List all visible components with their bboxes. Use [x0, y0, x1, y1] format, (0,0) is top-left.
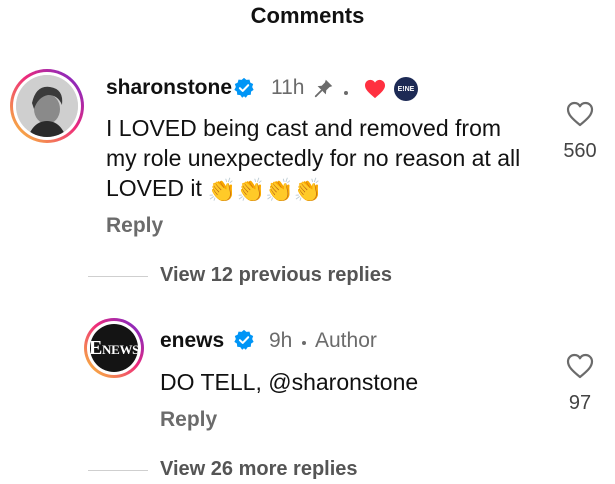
clapping-hands-emoji: 👏👏👏👏 — [207, 176, 323, 203]
view-more-replies[interactable]: View 26 more replies — [160, 458, 358, 481]
like-count: 97 — [568, 392, 592, 414]
enews-logo: E NEWS — [90, 324, 138, 372]
verified-icon — [234, 329, 254, 350]
creator-avatar-badge: E!NE — [394, 77, 418, 101]
replies-divider — [88, 276, 148, 277]
avatar-enews[interactable]: E NEWS — [84, 318, 144, 378]
comment-username[interactable]: sharonstone — [106, 76, 232, 100]
reply-time: 9h — [269, 329, 293, 352]
like-count: 560 — [563, 140, 597, 162]
avatar-image — [16, 75, 78, 137]
like-heart-icon[interactable] — [566, 101, 594, 127]
reply-button[interactable]: Reply — [160, 408, 217, 432]
like-heart-icon[interactable] — [566, 353, 594, 379]
author-label: Author — [315, 329, 377, 352]
comment-time: 11h — [271, 76, 305, 99]
reply-text: DO TELL, @sharonstone — [160, 369, 419, 395]
reply-username[interactable]: enews — [160, 329, 224, 353]
reply-button[interactable]: Reply — [106, 214, 163, 238]
separator-dot — [302, 341, 306, 345]
view-previous-replies[interactable]: View 12 previous replies — [160, 264, 392, 287]
verified-icon — [234, 77, 254, 98]
separator-dot — [344, 91, 348, 95]
page-title: Comments — [250, 3, 365, 28]
pin-icon — [314, 79, 333, 98]
replies-divider — [88, 470, 148, 471]
creator-liked-heart-icon — [365, 79, 385, 99]
avatar-sharonstone[interactable] — [10, 69, 84, 143]
comment-text: I LOVED being cast and removed from my r… — [106, 113, 536, 205]
